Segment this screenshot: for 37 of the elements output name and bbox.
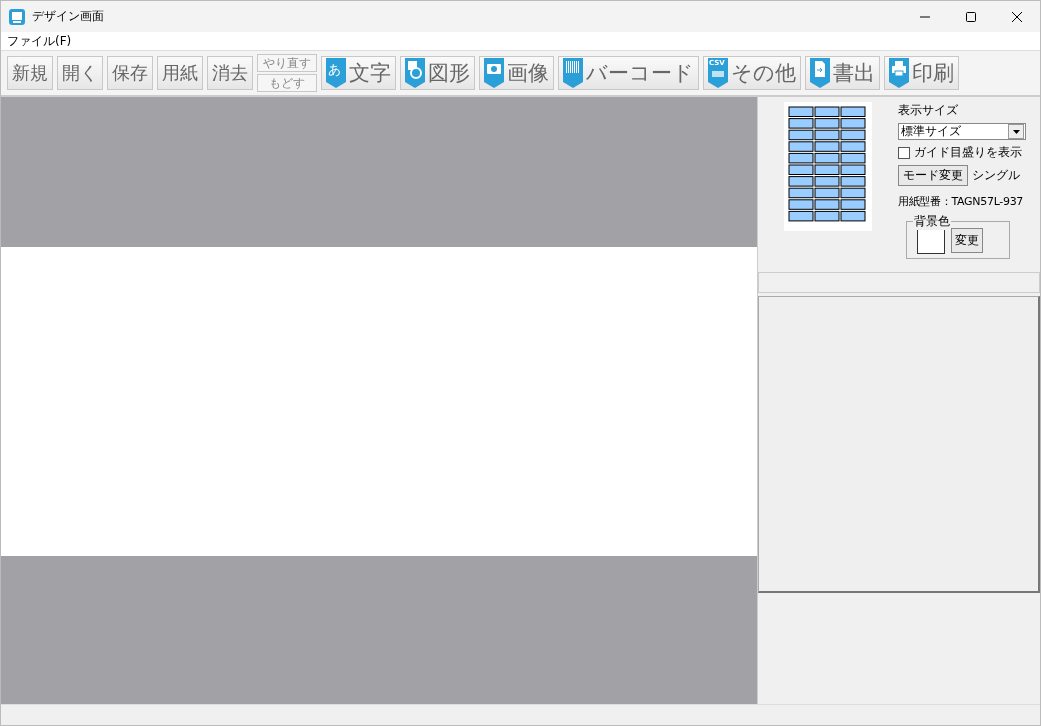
window-title: デザイン画面 [32,8,105,25]
size-dropdown[interactable]: 標準サイズ [898,123,1026,140]
tag-icon [326,58,346,88]
change-button[interactable]: 変更 [951,227,983,253]
camera-icon [484,58,504,88]
toolbar-button[interactable]: もどす [257,74,317,92]
group-legend: 背景色 [913,213,951,230]
checkbox[interactable] [898,146,910,159]
document-icon [810,58,830,88]
toolbar-button[interactable]: 保存 [107,56,153,90]
tag-letter: あ [328,61,341,79]
mode-button[interactable]: モード変更 [898,165,968,186]
maximize-icon [966,11,976,22]
app-icon [9,8,25,25]
toolbar-button[interactable]: 消去 [207,56,253,90]
checkbox-label: ガイド目盛りを表示 [914,144,1022,161]
caret-icon [1012,129,1020,134]
barcode-icon [563,58,583,88]
toolbar-button[interactable]: 書出 [805,56,880,90]
paper-model: 用紙型番：TAGN57L-937 [898,194,1025,209]
close-icon [1012,11,1022,22]
toolbar-button[interactable]: 印刷 [884,56,959,90]
menu-item[interactable]: ファイル(F) [7,32,72,50]
toolbar-button[interactable]: 開く [57,56,103,90]
printer-icon [889,58,909,88]
tag-icon [708,58,728,88]
mode-value: シングル [972,167,1020,184]
label-canvas[interactable] [1,247,757,556]
shapes-icon [405,58,425,88]
toolbar-button[interactable]: やり直す [257,54,317,72]
toolbar-button[interactable]: あ 文字 [321,56,396,90]
field-label: 表示サイズ [898,102,959,119]
toolbar-button[interactable]: 用紙 [157,56,203,90]
toolbar-button[interactable]: 図形 [400,56,475,90]
toolbar-button[interactable]: 新規 [7,56,53,90]
toolbar-button[interactable]: 画像 [479,56,554,90]
toolbar-button[interactable]: バーコード [558,56,699,90]
